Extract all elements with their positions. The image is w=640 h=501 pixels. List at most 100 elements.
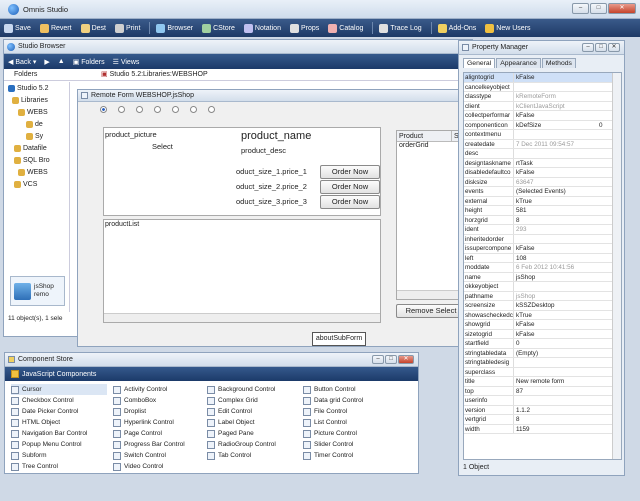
tree-item[interactable]: Sy — [4, 130, 69, 142]
property-row[interactable]: version 1.1.2 — [464, 405, 621, 415]
trace-log-button[interactable]: Trace Log — [379, 23, 422, 33]
cstore-button[interactable]: CStore — [202, 23, 235, 33]
component-category[interactable]: JavaScript Components — [5, 367, 418, 381]
jsshop-item[interactable]: jsShop remo — [10, 276, 65, 306]
property-row[interactable]: external kTrue — [464, 196, 621, 206]
page-radio[interactable] — [118, 106, 125, 113]
property-row[interactable]: startfield 0 — [464, 339, 621, 349]
save-button[interactable]: Save — [4, 23, 31, 33]
property-row[interactable]: showascheckedc kTrue — [464, 310, 621, 320]
component-droplist[interactable]: Droplist — [113, 406, 146, 417]
component-background-control[interactable]: Background Control — [207, 384, 275, 395]
property-row[interactable]: width 1159 — [464, 424, 621, 434]
tab-general[interactable]: General — [463, 58, 496, 68]
print-button[interactable]: Print — [115, 23, 140, 33]
page-radio[interactable] — [100, 106, 107, 113]
property-row[interactable]: issupercompone kFalse — [464, 244, 621, 254]
property-row[interactable]: horzgrid 8 — [464, 215, 621, 225]
property-scrollbar[interactable] — [612, 73, 621, 459]
folders-button[interactable]: ▣ Folders — [73, 58, 105, 66]
property-row[interactable]: superclass — [464, 367, 621, 377]
pm-minimize-button[interactable]: – — [582, 43, 594, 52]
component-progress-bar-control[interactable]: Progress Bar Control — [113, 439, 185, 450]
property-row[interactable]: userinfo — [464, 396, 621, 406]
property-row[interactable]: name jsShop — [464, 272, 621, 282]
property-row[interactable]: stringtabledesig — [464, 358, 621, 368]
property-grid[interactable]: aligntogrid kFalse cancelkeyobject classtyp… — [463, 72, 622, 460]
minimize-button[interactable]: – — [572, 3, 589, 14]
property-row[interactable]: classtype kRemoteForm — [464, 92, 621, 102]
remove-select-button[interactable]: Remove Select — [396, 304, 466, 318]
property-row[interactable]: sizetogrid kFalse — [464, 329, 621, 339]
property-row[interactable]: componenticon kDefSize 0 — [464, 120, 621, 130]
component-list-control[interactable]: List Control — [303, 417, 347, 428]
order-now-button[interactable]: Order Now — [320, 195, 380, 209]
cs-maximize-button[interactable]: □ — [385, 355, 397, 364]
notation-button[interactable]: Notation — [243, 23, 281, 33]
component-data-grid-control[interactable]: Data grid Control — [303, 395, 363, 406]
property-row[interactable]: disksize 63647 — [464, 177, 621, 187]
property-row[interactable]: screensize kSSZDesktop — [464, 301, 621, 311]
property-row[interactable]: showgrid kFalse — [464, 320, 621, 330]
property-row[interactable]: createdate 7 Dec 2011 09:54:57 — [464, 139, 621, 149]
property-row[interactable]: client kClientJavaScript — [464, 101, 621, 111]
horizontal-scrollbar[interactable] — [104, 313, 380, 322]
browser-button[interactable]: Browser — [156, 23, 193, 33]
cs-minimize-button[interactable]: – — [372, 355, 384, 364]
property-row[interactable]: vertgrid 8 — [464, 415, 621, 425]
product-list[interactable]: productList — [103, 219, 381, 323]
tree-item[interactable]: SQL Bro — [4, 154, 69, 166]
component-button-control[interactable]: Button Control — [303, 384, 356, 395]
property-row[interactable]: disabledefaultco kFalse — [464, 168, 621, 178]
component-paged-pane[interactable]: Paged Pane — [207, 428, 254, 439]
tab-appearance[interactable]: Appearance — [496, 58, 541, 68]
maximize-button[interactable]: □ — [590, 3, 607, 14]
property-row[interactable]: top 87 — [464, 386, 621, 396]
component-activity-control[interactable]: Activity Control — [113, 384, 167, 395]
page-radio[interactable] — [136, 106, 143, 113]
order-now-button[interactable]: Order Now — [320, 165, 380, 179]
props-button[interactable]: Props — [289, 23, 319, 33]
page-radio[interactable] — [154, 106, 161, 113]
tree-item[interactable]: Libraries — [4, 94, 69, 106]
property-row[interactable]: designtaskname rtTask — [464, 158, 621, 168]
new-users-button[interactable]: New Users — [485, 23, 531, 33]
up-icon[interactable]: ▲ — [58, 58, 65, 65]
property-row[interactable]: title New remote form — [464, 377, 621, 387]
grid-scrollbar[interactable] — [397, 290, 460, 299]
views-button[interactable]: ☰ Views — [113, 58, 140, 66]
tree-item[interactable]: VCS — [4, 178, 69, 190]
select-button[interactable]: Select — [152, 142, 173, 151]
component-subform[interactable]: Subform — [11, 450, 47, 461]
component-tab-control[interactable]: Tab Control — [207, 450, 251, 461]
component-switch-control[interactable]: Switch Control — [113, 450, 166, 461]
page-radio-group[interactable] — [100, 106, 215, 113]
about-subform[interactable]: aboutSubForm — [312, 332, 366, 346]
tree-item[interactable]: WEBS — [4, 106, 69, 118]
forward-icon[interactable]: ▶ — [44, 58, 49, 66]
property-row[interactable]: contextmenu — [464, 130, 621, 140]
component-timer-control[interactable]: Timer Control — [303, 450, 353, 461]
grid-header-product[interactable]: Product — [397, 131, 452, 141]
pm-close-button[interactable]: ✕ — [608, 43, 620, 52]
tree-item[interactable]: Studio 5.2 — [4, 82, 69, 94]
page-radio[interactable] — [172, 106, 179, 113]
property-row[interactable]: height 581 — [464, 206, 621, 216]
component-picture-control[interactable]: Picture Control — [303, 428, 357, 439]
property-row[interactable]: desc — [464, 149, 621, 159]
component-checkbox-control[interactable]: Checkbox Control — [11, 395, 74, 406]
component-popup-menu-control[interactable]: Popup Menu Control — [11, 439, 82, 450]
revert-button[interactable]: Revert — [39, 23, 72, 33]
component-tree-control[interactable]: Tree Control — [11, 461, 58, 472]
property-row[interactable]: collectperformar kFalse — [464, 111, 621, 121]
property-row[interactable]: okkeyobject — [464, 282, 621, 292]
component-label-object[interactable]: Label Object — [207, 417, 255, 428]
component-date-picker-control[interactable]: Date Picker Control — [11, 406, 78, 417]
component-page-control[interactable]: Page Control — [113, 428, 162, 439]
back-button[interactable]: ◀ Back ▾ — [8, 58, 36, 66]
property-row[interactable]: cancelkeyobject — [464, 82, 621, 92]
order-now-button[interactable]: Order Now — [320, 180, 380, 194]
property-row[interactable]: ident 293 — [464, 225, 621, 235]
tree-item[interactable]: WEBS — [4, 166, 69, 178]
property-row[interactable]: pathname jsShop — [464, 291, 621, 301]
